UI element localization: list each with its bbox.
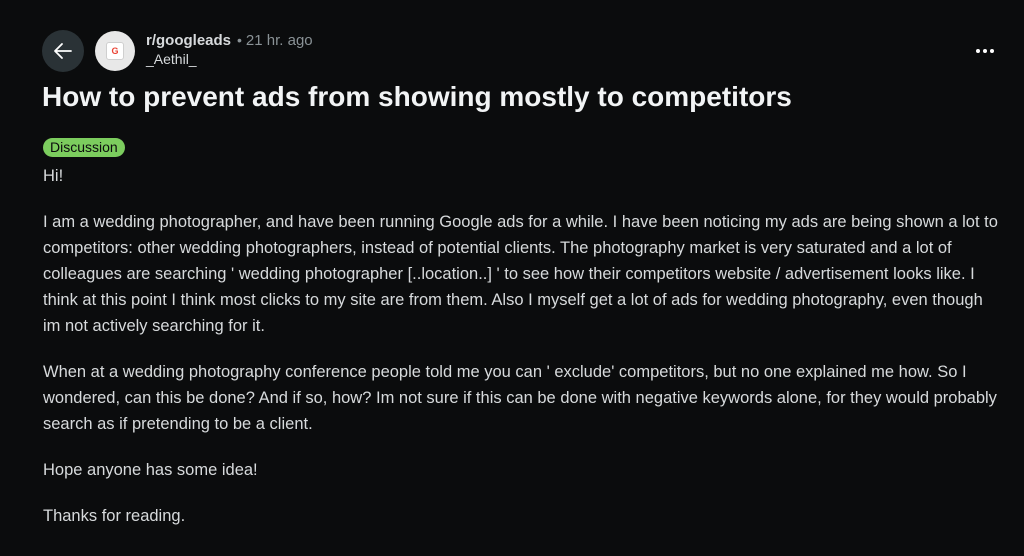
author-username[interactable]: _Aethil_	[146, 50, 197, 69]
more-horizontal-icon	[990, 49, 994, 53]
post-header: G r/googleads • 21 hr. ago _Aethil_	[42, 30, 997, 74]
meta-separator: •	[237, 32, 242, 48]
post-paragraph: Hi!	[43, 167, 64, 185]
post-body: Hi! I am a wedding photographer, and hav…	[43, 163, 998, 549]
more-options-button[interactable]	[973, 42, 997, 60]
post-timestamp: 21 hr. ago	[245, 32, 313, 49]
post-title[interactable]: How to prevent ads from showing mostly t…	[42, 80, 792, 114]
more-horizontal-icon	[976, 49, 980, 53]
post-paragraph: When at a wedding photography conference…	[43, 363, 997, 433]
post-paragraph: Hope anyone has some idea!	[43, 461, 258, 479]
post-paragraph: Thanks for reading.	[43, 507, 186, 525]
more-horizontal-icon	[983, 49, 987, 53]
post-detail: G r/googleads • 21 hr. ago _Aethil_ How …	[0, 0, 1024, 556]
arrow-left-icon	[54, 43, 72, 59]
subreddit-avatar[interactable]: G	[95, 31, 135, 71]
post-paragraph: I am a wedding photographer, and have be…	[43, 213, 998, 335]
post-meta: r/googleads • 21 hr. ago _Aethil_	[146, 31, 313, 69]
post-flair[interactable]: Discussion	[43, 138, 125, 157]
back-button[interactable]	[42, 30, 84, 72]
avatar-letter: G	[111, 46, 119, 56]
subreddit-link[interactable]: r/googleads	[146, 31, 231, 50]
google-logo-icon: G	[106, 42, 124, 60]
